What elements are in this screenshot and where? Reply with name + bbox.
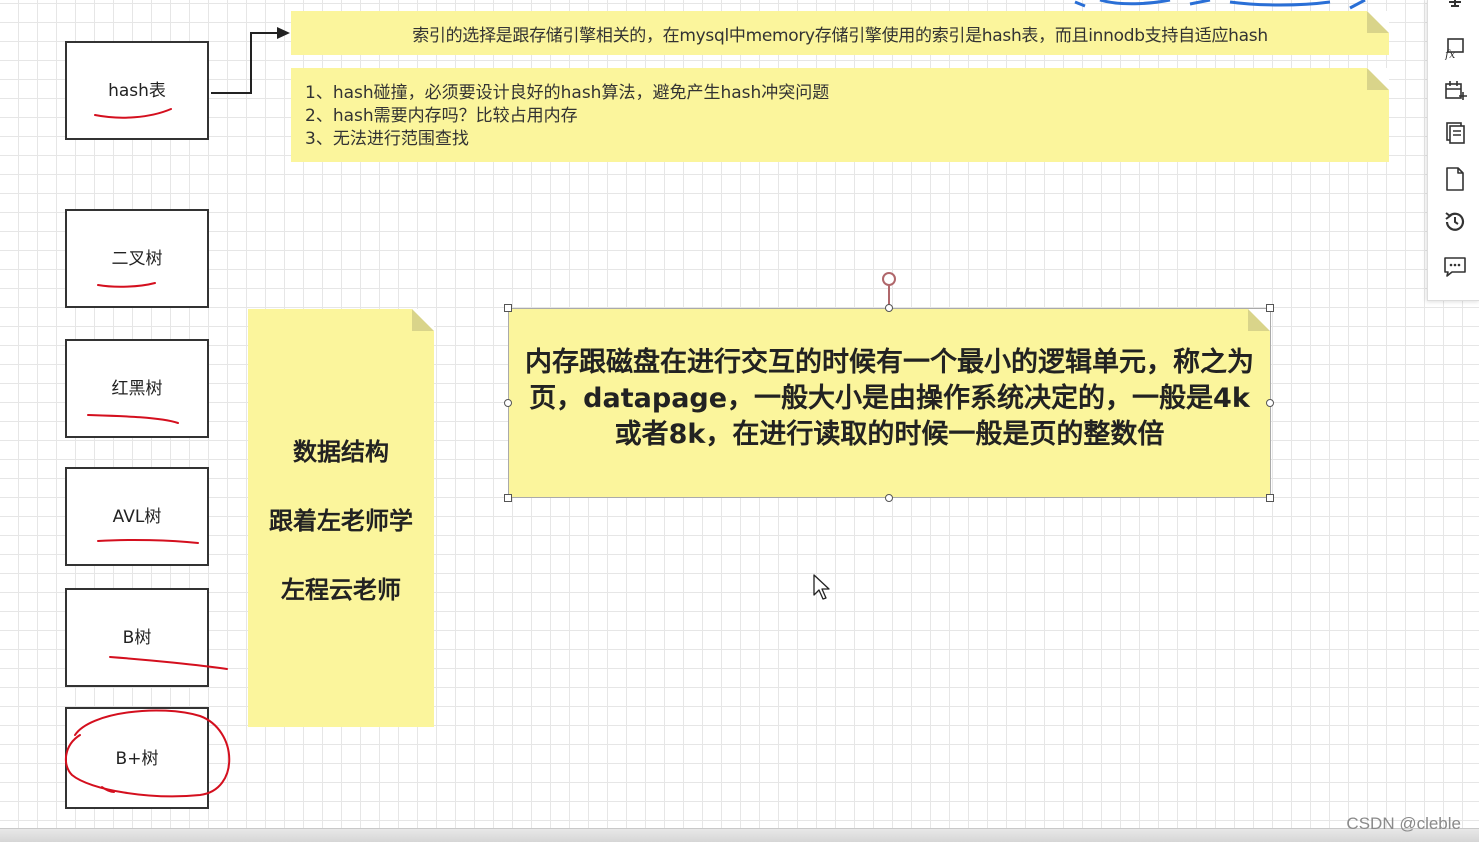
copy-icon[interactable] [1440, 118, 1470, 148]
rotate-handle[interactable] [882, 272, 896, 286]
connector-arrow[interactable] [211, 27, 290, 94]
shape-b-tree[interactable]: B树 [65, 588, 209, 687]
note-fold [1367, 11, 1389, 33]
resize-handle-ne[interactable] [1266, 304, 1274, 312]
comment-icon[interactable] [1440, 252, 1470, 282]
note-list-item: 3、无法进行范围查找 [305, 129, 469, 149]
resize-handle-nw[interactable] [504, 304, 512, 312]
shape-label: 二叉树 [111, 249, 163, 269]
note-line: 左程云老师 [281, 575, 401, 604]
handwriting-fragment [1074, 0, 1366, 10]
shape-binary-tree[interactable]: 二叉树 [65, 209, 209, 308]
note-hash-drawbacks[interactable]: 1、hash碰撞，必须要设计良好的hash算法，避免产生hash冲突问题 2、h… [291, 68, 1389, 162]
shape-label: 红黑树 [111, 379, 163, 399]
note-text: 内存跟磁盘在进行交互的时候有一个最小的逻辑单元，称之为页，datapage，一般… [525, 347, 1254, 450]
note-list-item: 2、hash需要内存吗？比较占用内存 [305, 106, 578, 126]
note-fold [1248, 309, 1270, 331]
note-list-item: 1、hash碰撞，必须要设计良好的hash算法，避免产生hash冲突问题 [305, 83, 830, 103]
shape-label: AVL树 [112, 507, 162, 527]
calendar-add-icon[interactable] [1440, 75, 1470, 105]
note-fold [412, 309, 434, 331]
shape-label: B+树 [115, 748, 159, 769]
shape-b-plus-tree[interactable]: B+树 [65, 707, 209, 809]
shape-label: B树 [122, 628, 152, 648]
shape-red-black-tree[interactable]: 红黑树 [65, 339, 209, 438]
resize-handle-n[interactable] [885, 304, 893, 312]
page-icon[interactable] [1440, 164, 1470, 194]
history-icon[interactable] [1440, 207, 1470, 237]
note-fold [1367, 68, 1389, 90]
shape-label: hash表 [108, 81, 166, 101]
shape-avl-tree[interactable]: AVL树 [65, 467, 209, 566]
note-line: 数据结构 [293, 437, 389, 466]
shape-hash-table[interactable]: hash表 [65, 41, 209, 140]
resize-handle-w[interactable] [504, 399, 512, 407]
resize-handle-e[interactable] [1266, 399, 1274, 407]
resize-handle-se[interactable] [1266, 494, 1274, 502]
resize-handle-s[interactable] [885, 494, 893, 502]
diagram-canvas[interactable]: hash表 二叉树 红黑树 AVL树 B树 B+树 索引的选择是跟存储引擎相关的… [0, 0, 1479, 841]
note-data-structure[interactable]: 数据结构 跟着左老师学 左程云老师 [248, 309, 434, 727]
function-icon[interactable]: fx [1440, 33, 1470, 63]
horizontal-scrollbar[interactable] [0, 828, 1479, 842]
svg-text:fx: fx [1444, 48, 1456, 60]
rotate-stem [888, 283, 890, 305]
resize-handle-sw[interactable] [504, 494, 512, 502]
note-datapage-selected[interactable]: 内存跟磁盘在进行交互的时候有一个最小的逻辑单元，称之为页，datapage，一般… [508, 308, 1271, 498]
pin-icon[interactable] [1440, 0, 1470, 20]
right-toolbar: fx [1427, 0, 1479, 301]
watermark: CSDN @cleble [1346, 814, 1461, 833]
note-line: 跟着左老师学 [269, 506, 413, 535]
note-index-selection[interactable]: 索引的选择是跟存储引擎相关的，在mysql中memory存储引擎使用的索引是ha… [291, 11, 1389, 55]
note-text: 索引的选择是跟存储引擎相关的，在mysql中memory存储引擎使用的索引是ha… [412, 25, 1268, 46]
mouse-cursor-icon [813, 574, 830, 600]
